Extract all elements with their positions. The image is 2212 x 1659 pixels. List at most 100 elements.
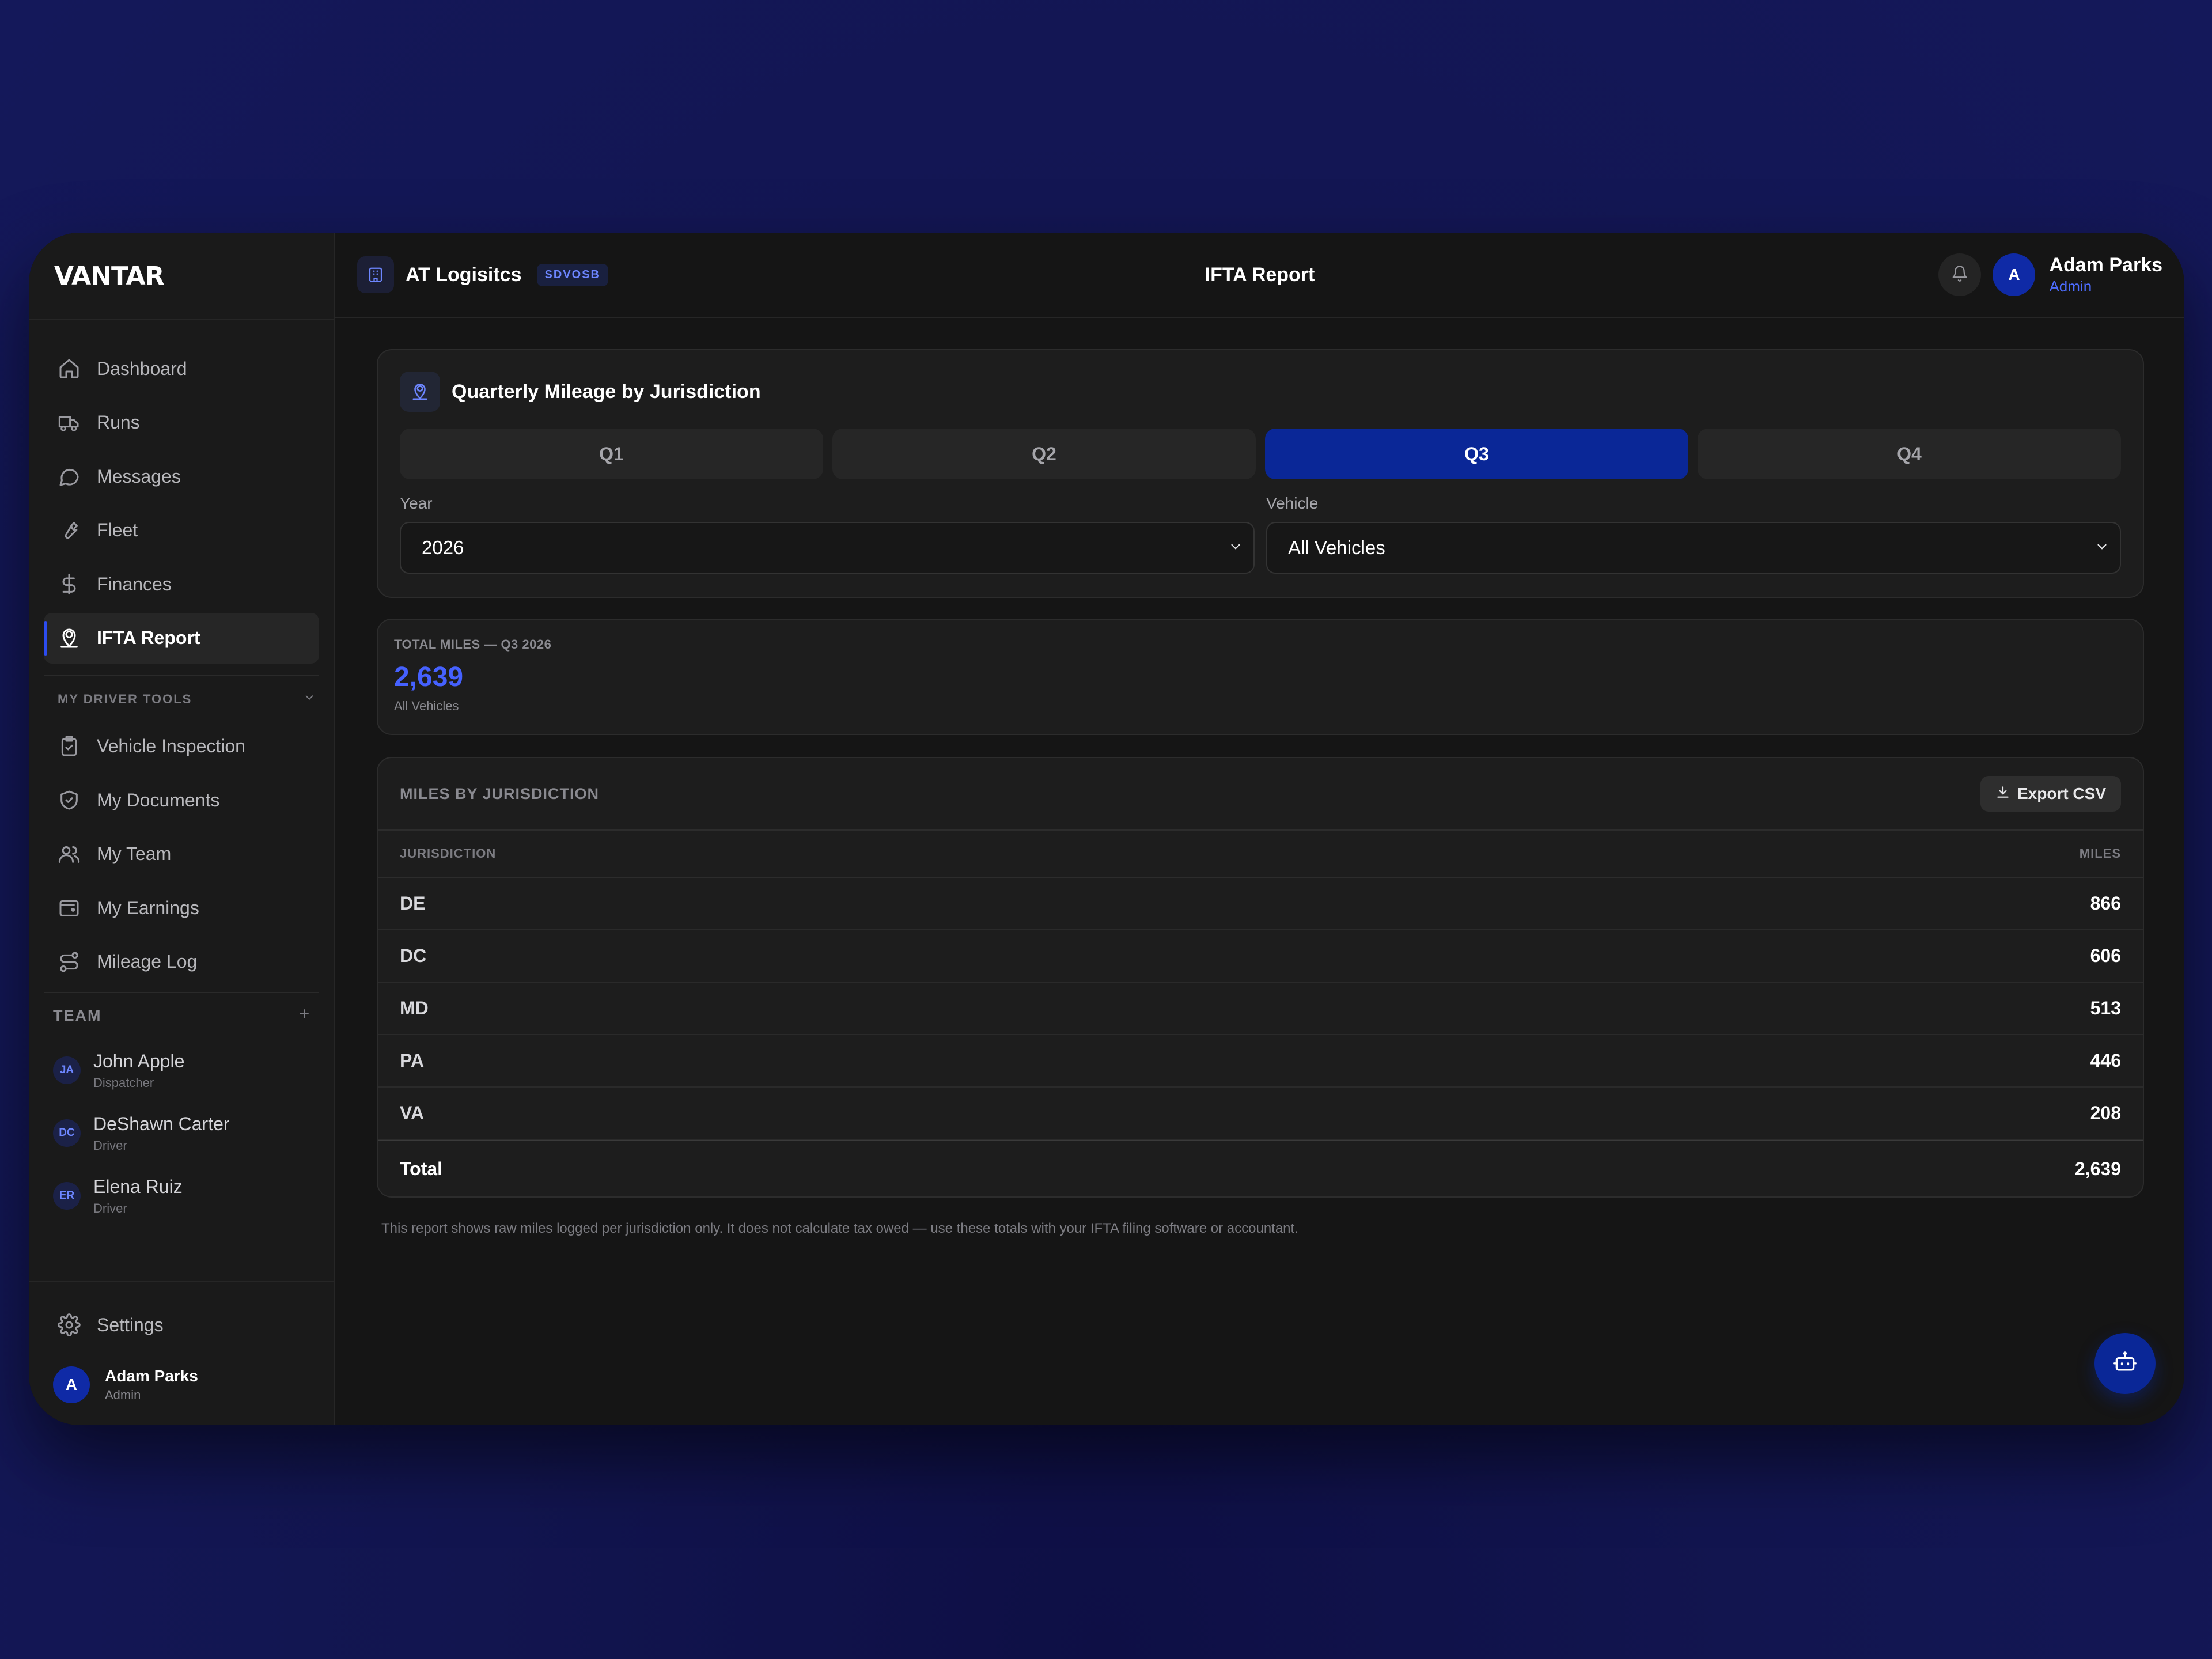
map-pin-user-icon bbox=[58, 627, 81, 650]
sidebar-item-my-team[interactable]: My Team bbox=[44, 829, 319, 880]
team-member-role: Driver bbox=[93, 1200, 127, 1215]
table-row: DC 606 bbox=[378, 930, 2143, 983]
sidebar-item-ifta-report[interactable]: IFTA Report bbox=[44, 612, 319, 664]
sidebar-item-my-earnings[interactable]: My Earnings bbox=[44, 882, 319, 933]
sidebar: VANTAR Dashboard Runs Messages Fleet Fin… bbox=[29, 233, 335, 1425]
sidebar-item-fleet[interactable]: Fleet bbox=[44, 505, 319, 556]
sidebar-item-finances[interactable]: Finances bbox=[44, 559, 319, 609]
jurisdiction-cell: VA bbox=[400, 1103, 425, 1123]
sidebar-item-label: Messages bbox=[97, 465, 181, 487]
table-title: MILES BY JURISDICTION bbox=[400, 785, 600, 802]
column-header-jurisdiction: JURISDICTION bbox=[400, 846, 497, 861]
shield-check-icon bbox=[58, 789, 81, 812]
driver-tools-nav: Vehicle Inspection My Documents My Team … bbox=[29, 717, 334, 987]
vehicle-value: All Vehicles bbox=[1288, 537, 1385, 558]
notifications-button[interactable] bbox=[1938, 253, 1982, 296]
team-member-name: John Apple bbox=[93, 1050, 185, 1071]
tab-q4[interactable]: Q4 bbox=[1698, 429, 2121, 479]
team-member-role: Driver bbox=[93, 1138, 127, 1153]
vehicle-label: Vehicle bbox=[1266, 494, 1319, 512]
user-menu[interactable]: A Adam Parks Admin bbox=[1993, 253, 2162, 296]
table-header-bar: MILES BY JURISDICTION Export CSV bbox=[378, 758, 2143, 831]
quarter-tabs: Q1 Q2 Q3 Q4 bbox=[400, 429, 2121, 479]
avatar: ER bbox=[53, 1182, 81, 1210]
driver-tools-header[interactable]: MY DRIVER TOOLS bbox=[29, 682, 334, 717]
sidebar-item-vehicle-inspection[interactable]: Vehicle Inspection bbox=[44, 721, 319, 772]
tab-q2[interactable]: Q2 bbox=[832, 429, 1256, 479]
map-pin-user-icon bbox=[400, 372, 440, 412]
sidebar-item-label: My Team bbox=[97, 843, 172, 864]
main-content: AT Logisitcs SDVOSB IFTA Report A Adam P… bbox=[335, 233, 2184, 1425]
table-row: VA 208 bbox=[378, 1088, 2143, 1140]
sidebar-item-messages[interactable]: Messages bbox=[44, 451, 319, 502]
jurisdiction-cell: DC bbox=[400, 945, 427, 966]
avatar: JA bbox=[53, 1056, 81, 1084]
total-label: Total bbox=[400, 1158, 443, 1179]
vehicle-filter: Vehicle All Vehicles bbox=[1266, 494, 2121, 574]
sidebar-item-label: Vehicle Inspection bbox=[97, 736, 245, 756]
sidebar-item-label: Settings bbox=[97, 1314, 164, 1335]
table-total-row: Total 2,639 bbox=[378, 1140, 2143, 1196]
org-name: AT Logisitcs bbox=[406, 263, 522, 286]
wallet-icon bbox=[58, 896, 81, 919]
sidebar-item-label: My Earnings bbox=[97, 897, 199, 918]
top-right-controls: A Adam Parks Admin bbox=[1938, 253, 2162, 296]
logo: VANTAR bbox=[29, 233, 334, 320]
chevron-down-icon bbox=[303, 691, 316, 707]
main-nav: Dashboard Runs Messages Fleet Finances I… bbox=[29, 320, 334, 664]
tab-q3[interactable]: Q3 bbox=[1265, 429, 1688, 479]
avatar: A bbox=[53, 1366, 90, 1403]
add-team-member-button[interactable] bbox=[297, 1007, 311, 1025]
tab-q1[interactable]: Q1 bbox=[400, 429, 823, 479]
gear-icon bbox=[58, 1313, 81, 1336]
miles-cell: 446 bbox=[2090, 1050, 2121, 1071]
jurisdiction-table-card: MILES BY JURISDICTION Export CSV JURISDI… bbox=[377, 757, 2144, 1198]
year-value: 2026 bbox=[422, 537, 464, 558]
total-miles-card: TOTAL MILES — Q3 2026 2,639 All Vehicles bbox=[377, 619, 2144, 735]
column-header-miles: MILES bbox=[2079, 846, 2121, 861]
team-member[interactable]: ER Elena Ruiz Driver bbox=[29, 1165, 334, 1228]
sidebar-user[interactable]: A Adam Parks Admin bbox=[44, 1356, 319, 1414]
sidebar-item-label: Finances bbox=[97, 573, 172, 594]
sidebar-item-runs[interactable]: Runs bbox=[44, 397, 319, 448]
sidebar-footer: Settings A Adam Parks Admin bbox=[29, 1281, 334, 1425]
download-icon bbox=[1995, 785, 2017, 804]
app-window: VANTAR Dashboard Runs Messages Fleet Fin… bbox=[29, 233, 2184, 1425]
page-title: IFTA Report bbox=[1205, 263, 1315, 286]
wrench-icon bbox=[58, 519, 81, 542]
sidebar-item-label: Mileage Log bbox=[97, 951, 198, 972]
card-header: Quarterly Mileage by Jurisdiction bbox=[400, 371, 2121, 412]
sidebar-item-dashboard[interactable]: Dashboard bbox=[44, 343, 319, 394]
vehicle-select[interactable]: All Vehicles bbox=[1266, 522, 2121, 574]
total-miles-value: 2,639 bbox=[394, 662, 464, 692]
sidebar-item-settings[interactable]: Settings bbox=[44, 1300, 319, 1350]
user-role: Admin bbox=[2049, 278, 2092, 295]
team-member-role: Dispatcher bbox=[93, 1075, 154, 1090]
team-header: TEAM bbox=[29, 993, 334, 1039]
user-role: Admin bbox=[105, 1388, 141, 1402]
divider bbox=[44, 675, 319, 676]
sidebar-item-mileage-log[interactable]: Mileage Log bbox=[44, 937, 319, 987]
miles-cell: 866 bbox=[2090, 893, 2121, 914]
year-select[interactable]: 2026 bbox=[400, 522, 1255, 574]
user-name: Adam Parks bbox=[105, 1367, 198, 1385]
miles-cell: 208 bbox=[2090, 1103, 2121, 1123]
team-member[interactable]: DC DeShawn Carter Driver bbox=[29, 1102, 334, 1165]
chevron-down-icon bbox=[2094, 537, 2109, 559]
total-miles-label: TOTAL MILES — Q3 2026 bbox=[394, 637, 552, 652]
assistant-bot-button[interactable] bbox=[2094, 1333, 2156, 1394]
sidebar-item-my-documents[interactable]: My Documents bbox=[44, 775, 319, 825]
page-content: Quarterly Mileage by Jurisdiction Q1 Q2 … bbox=[335, 318, 2184, 1237]
table-row: MD 513 bbox=[378, 983, 2143, 1035]
jurisdiction-cell: PA bbox=[400, 1050, 425, 1071]
export-csv-button[interactable]: Export CSV bbox=[1980, 776, 2121, 812]
team-member[interactable]: JA John Apple Dispatcher bbox=[29, 1039, 334, 1102]
miles-cell: 513 bbox=[2090, 998, 2121, 1018]
message-icon bbox=[58, 465, 81, 488]
filters: Year 2026 Vehicle All Vehicles bbox=[400, 494, 2121, 574]
truck-icon bbox=[58, 411, 81, 434]
table-column-headers: JURISDICTION MILES bbox=[378, 831, 2143, 878]
avatar: DC bbox=[53, 1119, 81, 1147]
table-row: DE 866 bbox=[378, 878, 2143, 930]
team-label: TEAM bbox=[53, 1007, 102, 1024]
